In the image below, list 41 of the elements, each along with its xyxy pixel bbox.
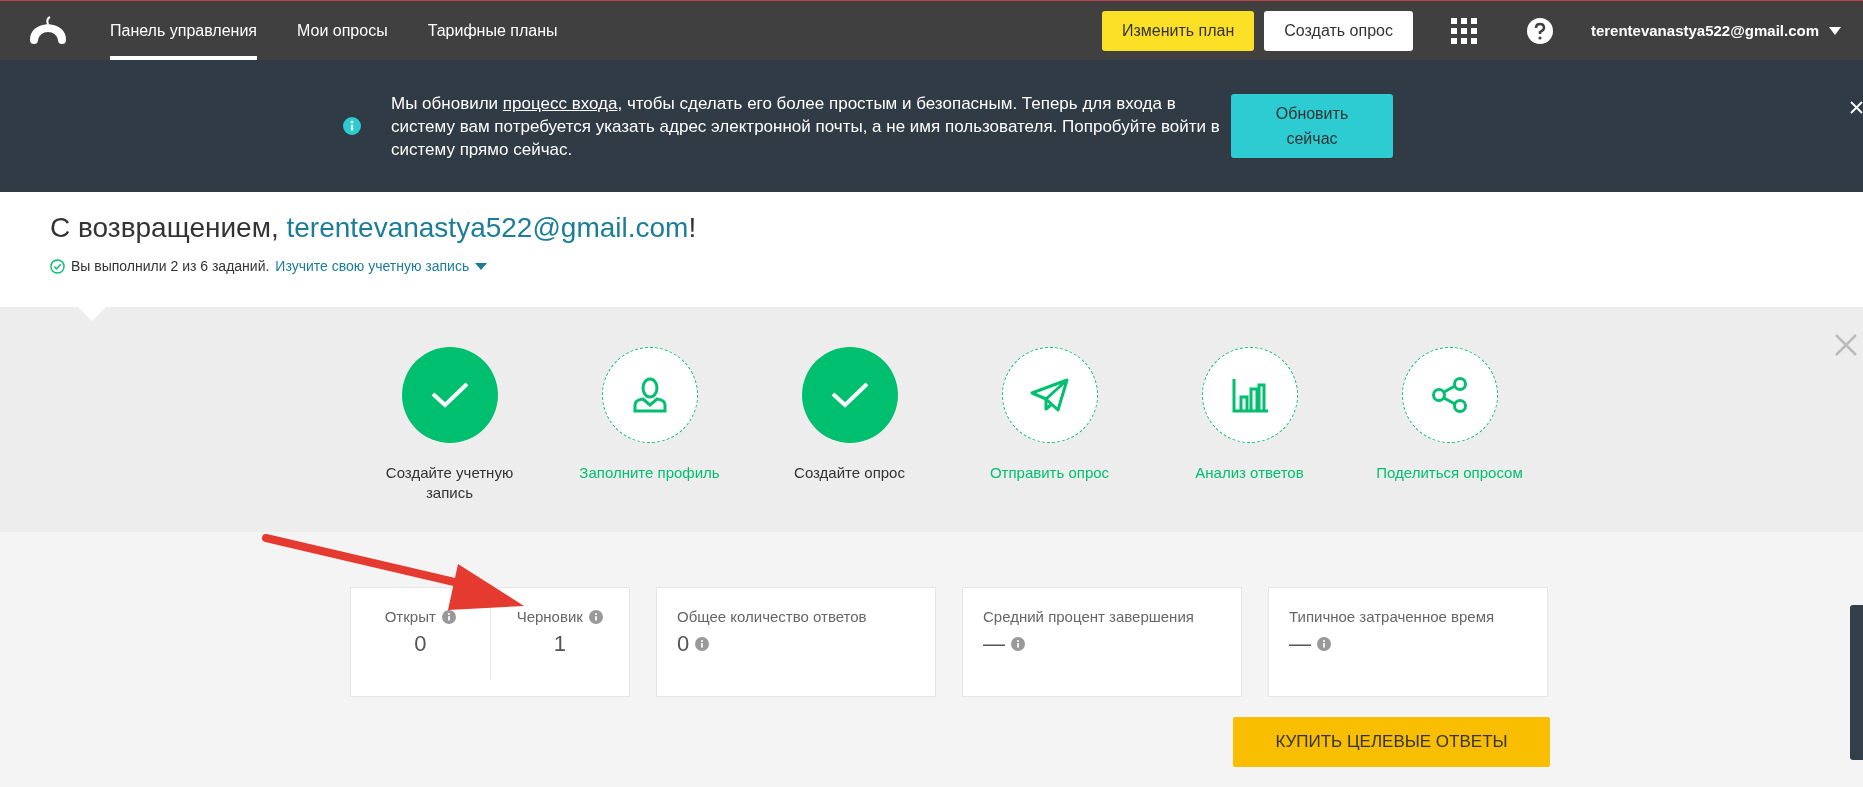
explore-account-link[interactable]: Изучите свою учетную запись xyxy=(275,258,488,274)
stat-value: 0 xyxy=(677,631,690,657)
check-icon xyxy=(829,380,870,410)
bar-chart-icon xyxy=(1230,377,1269,413)
info-icon xyxy=(1317,637,1331,651)
info-icon xyxy=(441,609,456,624)
check-icon xyxy=(429,380,470,410)
stat-value: 1 xyxy=(553,631,566,657)
nav-tab[interactable]: Тарифные планы xyxy=(427,1,558,60)
login-process-link[interactable]: процесс входа xyxy=(502,93,618,113)
nav-tab[interactable]: Мои опросы xyxy=(297,1,388,60)
share-icon xyxy=(1430,377,1469,413)
stat-label: Общее количество ответов xyxy=(677,608,867,625)
change-plan-button[interactable]: Изменить план xyxy=(1101,10,1255,51)
stat-label: Черновик xyxy=(516,608,583,625)
stat-label: Типичное затраченное время xyxy=(1289,608,1495,625)
step-label[interactable]: Создайте опрос xyxy=(764,463,935,483)
person-icon xyxy=(631,377,668,413)
progress-text: Вы выполнили 2 из 6 заданий. xyxy=(71,258,270,274)
update-now-button[interactable]: Обновить сейчас xyxy=(1231,94,1393,158)
caret-icon[interactable] xyxy=(475,262,488,270)
paper-plane-icon xyxy=(1029,377,1070,413)
caret-icon[interactable] xyxy=(1829,26,1841,35)
create-survey-button[interactable]: Создать опрос xyxy=(1264,10,1413,51)
stat-value: — xyxy=(1289,631,1311,657)
stat-value: — xyxy=(983,631,1005,657)
step-label[interactable]: Создайте учетную запись xyxy=(364,463,535,503)
check-circle-icon xyxy=(50,258,65,274)
stat-label: Средний процент завершения xyxy=(983,608,1194,625)
help-icon[interactable] xyxy=(1526,17,1553,44)
info-icon xyxy=(1011,637,1025,651)
banner-message: Мы обновили процесс входа, чтобы сделать его более простым и безопасным. Теперь для входа в систему вам потребуется указать адрес электронной почты, а не имя пользователя. Попробуйте войти в систему прямо сейчас. xyxy=(391,92,1221,161)
stat-label: Открыт xyxy=(384,608,436,625)
buy-responses-button[interactable]: КУПИТЬ ЦЕЛЕВЫЕ ОТВЕТЫ xyxy=(1233,717,1550,767)
info-icon xyxy=(695,637,710,651)
stat-value: 0 xyxy=(414,631,427,657)
welcome-heading: С возвращением, terentevanastya522@gmail.com! xyxy=(50,212,698,244)
info-icon xyxy=(343,117,361,135)
apps-grid-icon[interactable] xyxy=(1450,17,1477,44)
user-menu[interactable]: terentevanastya522@gmail.com xyxy=(1590,22,1819,39)
info-icon xyxy=(588,609,603,624)
